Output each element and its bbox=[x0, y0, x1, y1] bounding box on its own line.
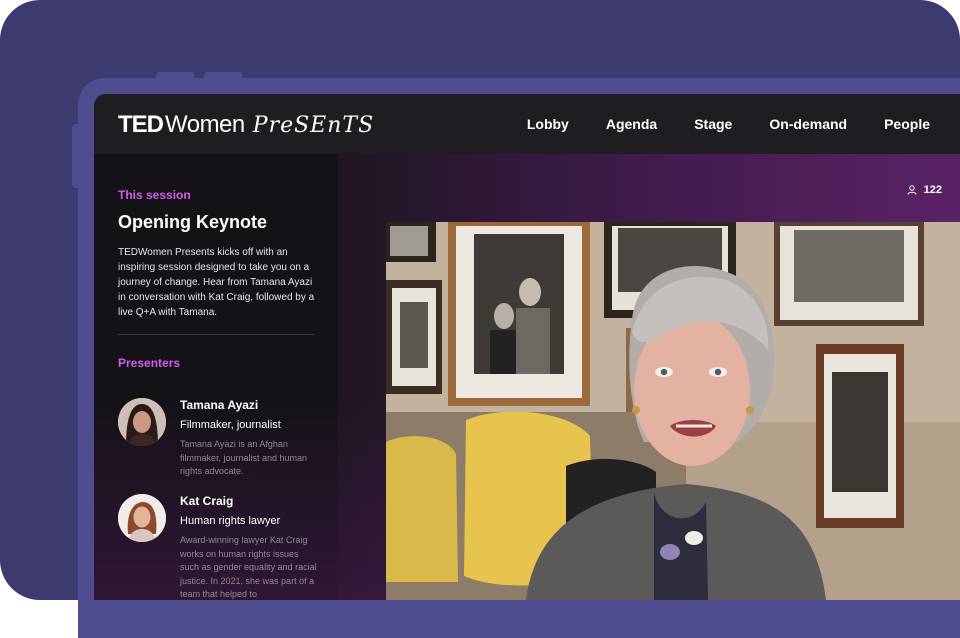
session-kicker: This session bbox=[118, 188, 191, 202]
presenter-name: Tamana Ayazi bbox=[180, 398, 259, 412]
tedwomen-presents-logo[interactable]: TED Women PreSEnTS bbox=[118, 111, 374, 139]
avatar bbox=[118, 398, 166, 446]
main-nav: Lobby Agenda Stage On-demand People bbox=[527, 94, 960, 154]
presenter-name: Kat Craig bbox=[180, 494, 234, 508]
viewer-count-value: 122 bbox=[923, 184, 942, 196]
logo-women: Women bbox=[165, 111, 245, 138]
session-description: TEDWomen Presents kicks off with an insp… bbox=[118, 247, 315, 318]
nav-lobby[interactable]: Lobby bbox=[527, 116, 569, 132]
top-navigation-bar: TED Women PreSEnTS Lobby Agenda Stage On… bbox=[94, 94, 960, 154]
speaker-video-frame bbox=[386, 222, 960, 600]
nav-people[interactable]: People bbox=[884, 116, 930, 132]
session-title: Opening Keynote bbox=[118, 212, 268, 232]
tablet-button bbox=[156, 72, 194, 80]
presenter-bio: Tamana Ayazi is an Afghan filmmaker, jou… bbox=[180, 439, 308, 476]
nav-on-demand[interactable]: On-demand bbox=[769, 116, 847, 132]
app-screen: TED Women PreSEnTS Lobby Agenda Stage On… bbox=[94, 94, 960, 600]
presenter-bio: Award-winning lawyer Kat Craig works on … bbox=[180, 535, 317, 599]
nav-stage[interactable]: Stage bbox=[694, 116, 732, 132]
presenter-info: Kat Craig Human rights lawyer Award-winn… bbox=[180, 494, 318, 600]
live-video-player[interactable] bbox=[386, 222, 960, 600]
session-panel: This session Opening Keynote TEDWomen Pr… bbox=[118, 188, 318, 370]
presenters-kicker: Presenters bbox=[118, 356, 181, 370]
nav-agenda[interactable]: Agenda bbox=[606, 116, 657, 132]
divider bbox=[118, 334, 314, 335]
logo-presents: PreSEnTS bbox=[252, 113, 375, 138]
tablet-button bbox=[204, 72, 242, 80]
person-icon bbox=[907, 185, 917, 195]
presenter-role: Filmmaker, journalist bbox=[180, 419, 281, 431]
avatar bbox=[118, 494, 166, 542]
logo-ted: TED bbox=[118, 111, 164, 138]
viewer-count: 122 bbox=[907, 184, 942, 196]
tablet-button bbox=[72, 124, 80, 188]
presenter-role: Human rights lawyer bbox=[180, 515, 281, 527]
presenter-info: Tamana Ayazi Filmmaker, journalist Taman… bbox=[180, 398, 318, 479]
